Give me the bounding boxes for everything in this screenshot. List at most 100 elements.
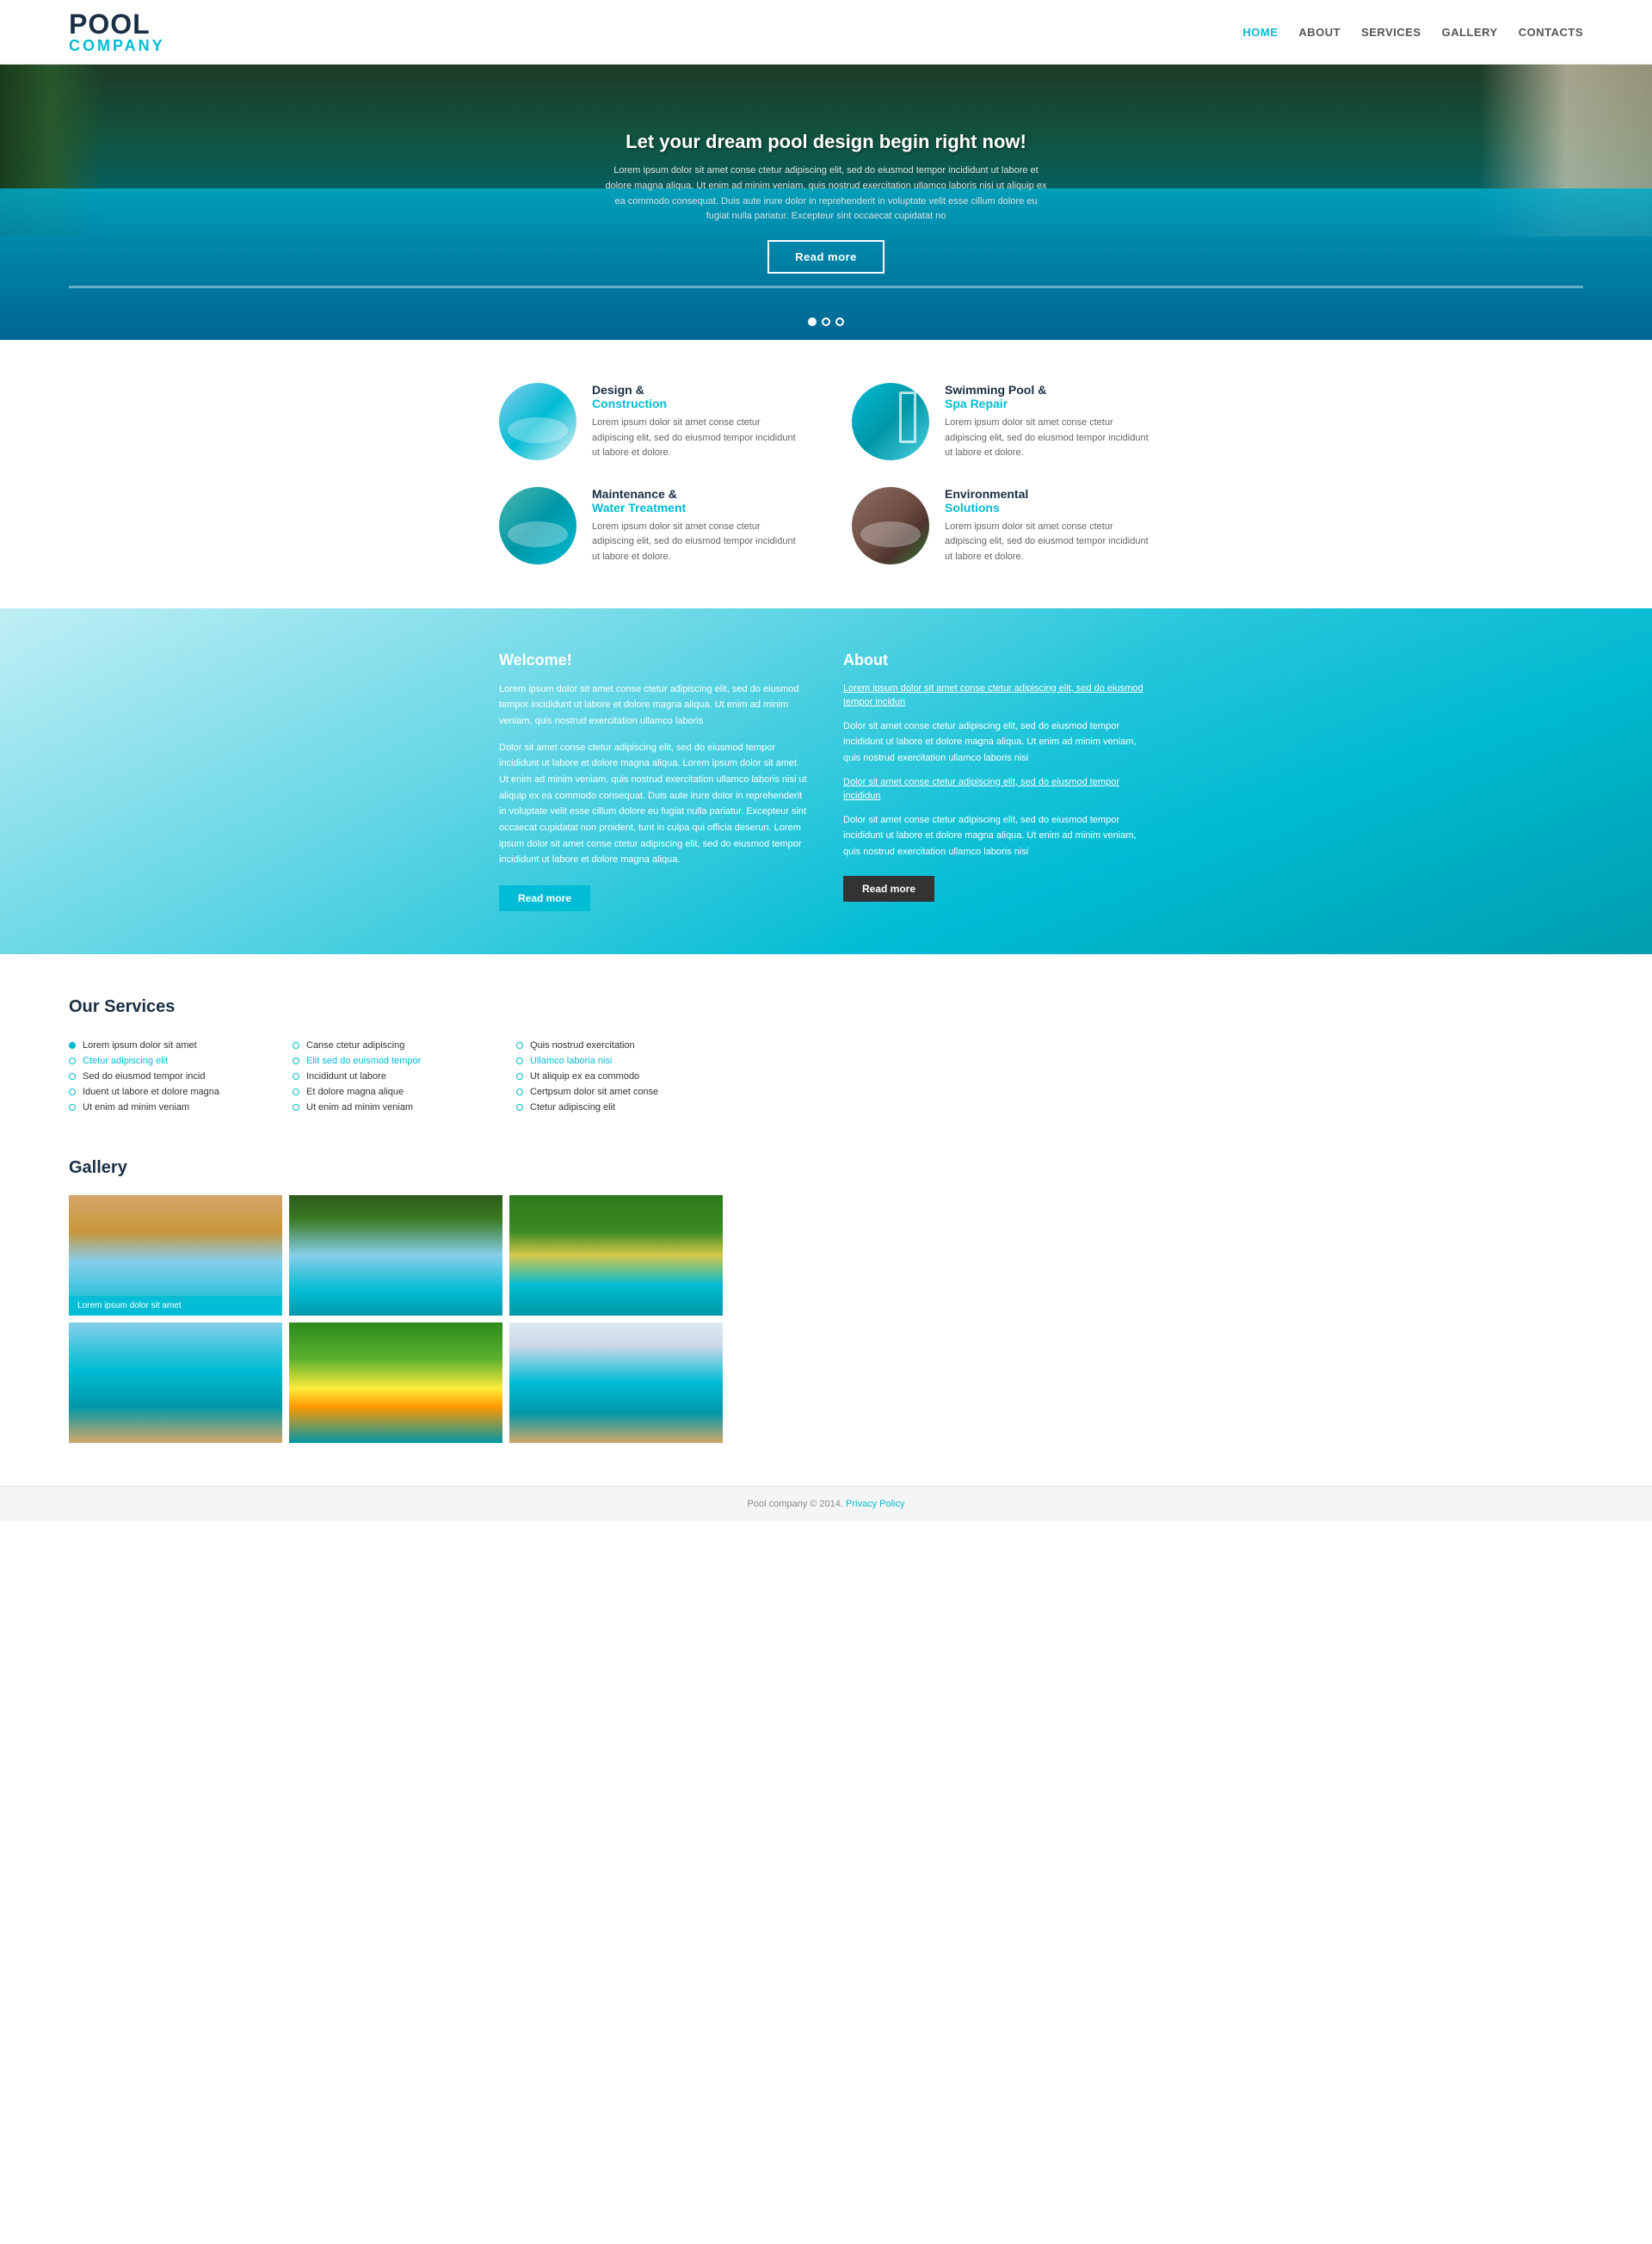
list-item: Elit sed do euismod tempor [293,1053,499,1069]
service-item-1: Design & Construction Lorem ipsum dolor … [499,383,800,461]
bullet-icon [516,1073,523,1080]
service-desc-3: Lorem ipsum dolor sit amet conse ctetur … [592,520,800,565]
privacy-policy-link[interactable]: Privacy Policy [846,1499,904,1509]
service-icon-ladder [899,391,916,443]
hero-pool-edge [69,286,1583,288]
services-col-3: Quis nostrud exercitation Ullamco labori… [516,1038,723,1115]
gallery-caption-1: Lorem ipsum dolor sit amet [69,1296,282,1316]
service-item-3: Maintenance & Water Treatment Lorem ipsu… [499,487,800,565]
logo-pool: POOL [69,10,165,38]
welcome-column: Welcome! Lorem ipsum dolor sit amet cons… [499,651,809,912]
services-section: Design & Construction Lorem ipsum dolor … [0,340,1652,608]
gallery-section: Gallery Lorem ipsum dolor sit amet [0,1158,1652,1486]
list-item-text: Iduent ut labore et dolore magna [83,1087,219,1097]
service-title-main-2: Swimming Pool & [945,383,1046,397]
hero-dot-1[interactable] [808,317,817,326]
list-item: Incididunt ut labore [293,1069,499,1084]
services-grid: Design & Construction Lorem ipsum dolor … [499,383,1153,565]
nav-home[interactable]: HOME [1242,26,1278,39]
service-icon-design [499,383,576,460]
gallery-title: Gallery [69,1158,1583,1178]
list-item: Ut aliquip ex ea commodo [516,1069,723,1084]
list-item-text: Elit sed do euismod tempor [306,1056,421,1066]
our-services-section: Our Services Lorem ipsum dolor sit amet … [0,954,1652,1158]
logo[interactable]: POOL COMPANY [69,10,165,53]
our-services-title: Our Services [69,997,1583,1017]
gallery-item-1[interactable]: Lorem ipsum dolor sit amet [69,1195,282,1316]
gallery-item-6[interactable] [509,1322,723,1443]
about-link-1[interactable]: Lorem ipsum dolor sit amet conse ctetur … [843,681,1153,710]
list-item: Ullamco laboria nisi [516,1053,723,1069]
nav-gallery[interactable]: GALLERY [1442,26,1498,39]
service-title-2: Swimming Pool & Spa Repair [945,383,1153,410]
list-item-text: Incididunt ut labore [306,1071,386,1082]
nav-about[interactable]: ABOUT [1298,26,1341,39]
bullet-icon [293,1057,299,1064]
gallery-item-3[interactable] [509,1195,723,1316]
bullet-icon [69,1057,76,1064]
about-para-1: Dolor sit amet conse ctetur adipiscing e… [843,718,1153,767]
service-text-4: Environmental Solutions Lorem ipsum dolo… [945,487,1153,565]
list-item-text: Canse ctetur adipiscing [306,1040,404,1051]
service-title-main-4: Environmental [945,487,1028,501]
service-item-4: Environmental Solutions Lorem ipsum dolo… [852,487,1153,565]
welcome-about-section: Welcome! Lorem ipsum dolor sit amet cons… [0,608,1652,955]
list-item: Ut enim ad minim veniam [293,1100,499,1115]
bullet-icon [69,1073,76,1080]
list-item-text: Ctetur adipiscing elit [83,1056,168,1066]
list-item: Certpsum dolor sit amet conse [516,1084,723,1100]
gallery-item-2[interactable] [289,1195,502,1316]
about-title: About [843,651,1153,669]
site-footer: Pool company © 2014. Privacy Policy [0,1486,1652,1521]
about-para-2: Dolor sit amet conse ctetur adipiscing e… [843,812,1153,860]
bullet-icon [293,1104,299,1111]
service-desc-4: Lorem ipsum dolor sit amet conse ctetur … [945,520,1153,565]
gallery-item-4[interactable] [69,1322,282,1443]
list-item: Et dolore magna alique [293,1084,499,1100]
about-link-2[interactable]: Dolor sit amet conse ctetur adipiscing e… [843,775,1153,804]
hero-dot-2[interactable] [822,317,830,326]
hero-dot-3[interactable] [835,317,844,326]
gallery-image-6 [509,1322,723,1443]
main-nav: HOME ABOUT SERVICES GALLERY CONTACTS [1242,26,1583,39]
bullet-icon [516,1042,523,1049]
service-text-2: Swimming Pool & Spa Repair Lorem ipsum d… [945,383,1153,461]
bullet-icon [69,1042,76,1049]
about-column: About Lorem ipsum dolor sit amet conse c… [843,651,1153,912]
bullet-icon [293,1073,299,1080]
service-icon-spa [852,383,929,460]
list-item: Canse ctetur adipiscing [293,1038,499,1053]
list-item: Iduent ut labore et dolore magna [69,1084,275,1100]
bullet-icon [516,1057,523,1064]
hero-cta-button[interactable]: Read more [767,240,885,274]
list-item: Quis nostrud exercitation [516,1038,723,1053]
services-list-grid: Lorem ipsum dolor sit amet Ctetur adipis… [69,1038,723,1115]
bullet-icon [293,1088,299,1095]
list-item-text: Ctetur adipiscing elit [530,1102,615,1113]
welcome-para-2: Dolor sit amet conse ctetur adipiscing e… [499,740,809,869]
bullet-icon [69,1088,76,1095]
gallery-image-5 [289,1322,502,1443]
gallery-grid: Lorem ipsum dolor sit amet [69,1195,723,1443]
bullet-icon [293,1042,299,1049]
welcome-para-1: Lorem ipsum dolor sit amet conse ctetur … [499,681,809,730]
list-item: Lorem ipsum dolor sit amet [69,1038,275,1053]
nav-services[interactable]: SERVICES [1361,26,1421,39]
welcome-grid: Welcome! Lorem ipsum dolor sit amet cons… [499,651,1153,912]
welcome-title: Welcome! [499,651,809,669]
about-read-more-button[interactable]: Read more [843,876,934,902]
service-title-3: Maintenance & Water Treatment [592,487,800,515]
footer-text: Pool company © 2014. [748,1499,843,1509]
service-subtitle-2: Spa Repair [945,397,1153,410]
logo-company: COMPANY [69,38,165,53]
nav-contacts[interactable]: CONTACTS [1519,26,1583,39]
service-subtitle-4: Solutions [945,501,1153,515]
list-item: Ctetur adipiscing elit [69,1053,275,1069]
welcome-read-more-button[interactable]: Read more [499,885,590,911]
list-item-text: Quis nostrud exercitation [530,1040,635,1051]
gallery-item-5[interactable] [289,1322,502,1443]
list-item: Sed do eiusmod tempor incid [69,1069,275,1084]
bullet-icon [69,1104,76,1111]
list-item-text: Ut enim ad minim veniam [306,1102,413,1113]
gallery-image-2 [289,1195,502,1316]
